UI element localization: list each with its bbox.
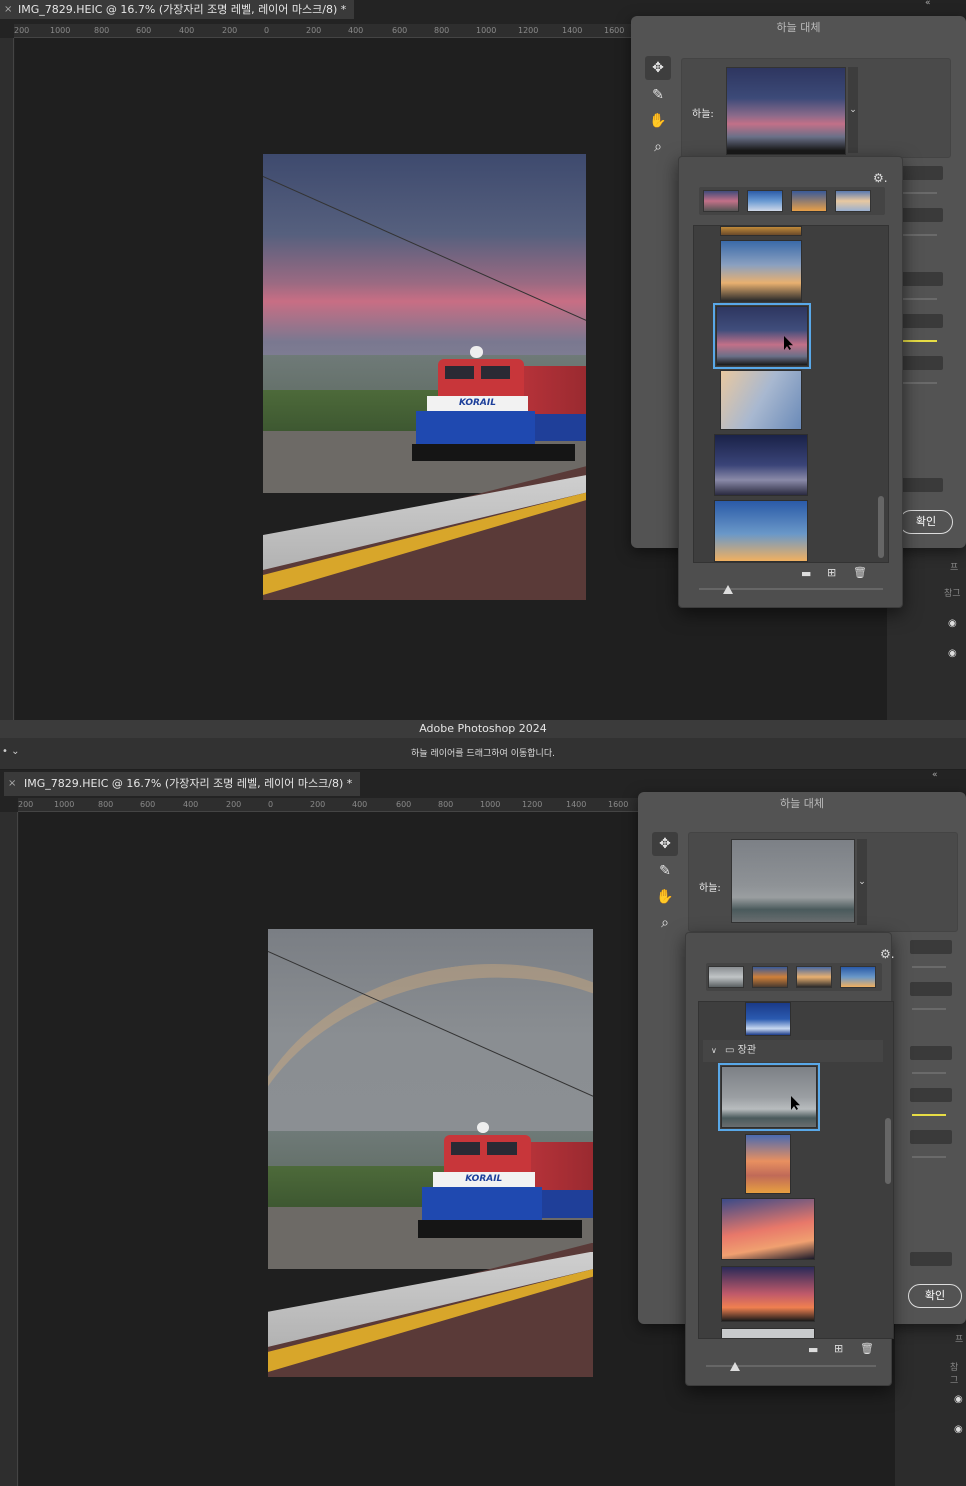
- close-tab-icon[interactable]: ×: [8, 772, 16, 796]
- eye-icon[interactable]: ◉: [954, 1394, 963, 1405]
- ok-button[interactable]: 확인: [908, 1284, 962, 1308]
- document-tab[interactable]: × IMG_7829.HEIC @ 16.7% (가장자리 조명 레벨, 레이어…: [0, 0, 355, 19]
- preset-group-header[interactable]: ∨ ▭ 장관: [703, 1040, 883, 1062]
- document-tab-label: IMG_7829.HEIC @ 16.7% (가장자리 조명 레벨, 레이어 마…: [18, 3, 347, 16]
- preset-thumbnail[interactable]: [721, 1328, 815, 1338]
- app-title-bar: Adobe Photoshop 2024 • ⌄ 하늘 레이어를 드래그하여 이…: [0, 720, 966, 770]
- gear-icon[interactable]: ⚙.: [880, 947, 895, 961]
- hand-tool-icon[interactable]: ✋: [652, 885, 678, 909]
- horizontal-ruler: 200 1000 800 600 400 200 0 200 400 600 8…: [14, 24, 634, 38]
- move-tool-icon[interactable]: ✥: [652, 832, 678, 856]
- hand-tool-icon[interactable]: ✋: [645, 109, 671, 133]
- slider-knob[interactable]: [723, 585, 733, 594]
- zoom-tool-icon[interactable]: ⌕: [645, 135, 671, 159]
- chevron-down-icon[interactable]: ⌄: [848, 67, 858, 153]
- sky-row: 하늘: ⌄: [688, 832, 958, 932]
- panel-label: 참그: [944, 589, 961, 599]
- new-icon[interactable]: ⊞: [834, 1342, 843, 1355]
- close-tab-icon[interactable]: ×: [4, 0, 12, 19]
- eye-icon[interactable]: ◉: [948, 648, 957, 659]
- screenshot-bottom: × IMG_7829.HEIC @ 16.7% (가장자리 조명 레벨, 레이어…: [0, 770, 966, 1486]
- sky-preview-thumbnail[interactable]: [731, 839, 855, 923]
- document-tab[interactable]: × IMG_7829.HEIC @ 16.7% (가장자리 조명 레벨, 레이어…: [4, 772, 361, 796]
- slider-knob[interactable]: [730, 1362, 740, 1371]
- recent-presets: [699, 187, 885, 215]
- preset-thumbnail[interactable]: [752, 966, 788, 988]
- sky-brush-icon[interactable]: ✎: [652, 859, 678, 883]
- preset-list[interactable]: ∨ ▭ 장관: [698, 1001, 894, 1339]
- scrollbar[interactable]: [885, 1118, 891, 1184]
- sky-label: 하늘:: [692, 109, 714, 120]
- train-locomotive: KORAIL: [405, 341, 586, 466]
- scrollbar[interactable]: [878, 496, 884, 558]
- preset-thumbnail[interactable]: [721, 1266, 815, 1322]
- trash-icon[interactable]: 🗑: [860, 1342, 874, 1355]
- options-bar: • ⌄ 하늘 레이어를 드래그하여 이동합니다.: [0, 738, 966, 770]
- app-title: Adobe Photoshop 2024: [0, 720, 966, 738]
- train-locomotive: KORAIL: [411, 1117, 593, 1242]
- preset-thumbnail[interactable]: [720, 240, 802, 302]
- preset-thumbnail[interactable]: [745, 1134, 791, 1194]
- sky-preview-thumbnail[interactable]: [726, 67, 846, 155]
- move-tool-icon[interactable]: ✥: [645, 56, 671, 80]
- document-image[interactable]: KORAIL: [263, 154, 586, 600]
- zoom-tool-icon[interactable]: ⌕: [652, 911, 678, 935]
- preset-thumbnail[interactable]: [721, 1198, 815, 1260]
- panel-label: 프: [955, 1335, 964, 1345]
- gear-icon[interactable]: ⚙.: [873, 171, 888, 185]
- dialog-title: 하늘 대체: [776, 21, 821, 34]
- preset-thumbnail-selected[interactable]: [713, 303, 811, 369]
- document-image[interactable]: KORAIL: [268, 929, 593, 1377]
- preset-thumbnail[interactable]: [714, 434, 808, 496]
- eye-icon[interactable]: ◉: [954, 1424, 963, 1435]
- vertical-ruler: [0, 812, 18, 1486]
- preset-thumbnail[interactable]: [708, 966, 744, 988]
- ok-button[interactable]: 확인: [899, 510, 953, 534]
- preset-thumbnail[interactable]: [720, 226, 802, 236]
- sky-row: 하늘: ⌄: [681, 58, 951, 158]
- preset-thumbnail[interactable]: [703, 190, 739, 212]
- folder-icon[interactable]: ▬: [801, 567, 811, 580]
- sky-preset-popup: ⚙. ▬ ⊞ 🗑: [678, 156, 903, 608]
- horizontal-ruler: 200 1000 800 600 400 200 0 200 400 600 8…: [18, 798, 638, 812]
- preset-thumbnail[interactable]: [840, 966, 876, 988]
- collapse-icon[interactable]: «: [925, 0, 931, 8]
- screenshot-top: × IMG_7829.HEIC @ 16.7% (가장자리 조명 레벨, 레이어…: [0, 0, 966, 720]
- folder-icon: ▭: [725, 1045, 738, 1056]
- collapse-icon[interactable]: «: [932, 770, 938, 780]
- group-label: 장관: [737, 1045, 757, 1056]
- dialog-title: 하늘 대체: [780, 797, 824, 810]
- preset-thumbnail-selected[interactable]: [718, 1063, 820, 1131]
- sky-preset-popup: ⚙. ∨ ▭ 장관 ▬ ⊞ 🗑: [685, 932, 895, 1386]
- preset-thumbnail[interactable]: [720, 370, 802, 430]
- panel-label: 참그: [950, 1363, 959, 1386]
- chevron-down-icon[interactable]: ∨: [711, 1040, 717, 1062]
- eye-icon[interactable]: ◉: [948, 618, 957, 629]
- preset-thumbnail[interactable]: [745, 1002, 791, 1036]
- recent-presets: [706, 963, 882, 991]
- new-icon[interactable]: ⊞: [827, 566, 836, 579]
- folder-icon[interactable]: ▬: [808, 1343, 818, 1356]
- preset-thumbnail[interactable]: [714, 500, 808, 562]
- preset-thumbnail[interactable]: [791, 190, 827, 212]
- preset-thumbnail[interactable]: [747, 190, 783, 212]
- status-hint: 하늘 레이어를 드래그하여 이동합니다.: [411, 749, 555, 759]
- chevron-down-icon[interactable]: ⌄: [857, 839, 867, 925]
- trash-icon[interactable]: 🗑: [853, 566, 867, 579]
- preset-thumbnail[interactable]: [796, 966, 832, 988]
- sky-brush-icon[interactable]: ✎: [645, 83, 671, 107]
- vertical-ruler: [0, 38, 14, 720]
- preset-list[interactable]: [693, 225, 889, 563]
- preset-thumbnail[interactable]: [835, 190, 871, 212]
- sky-label: 하늘:: [699, 883, 721, 894]
- panel-label: 프: [950, 563, 959, 573]
- document-tab-label: IMG_7829.HEIC @ 16.7% (가장자리 조명 레벨, 레이어 마…: [24, 777, 353, 790]
